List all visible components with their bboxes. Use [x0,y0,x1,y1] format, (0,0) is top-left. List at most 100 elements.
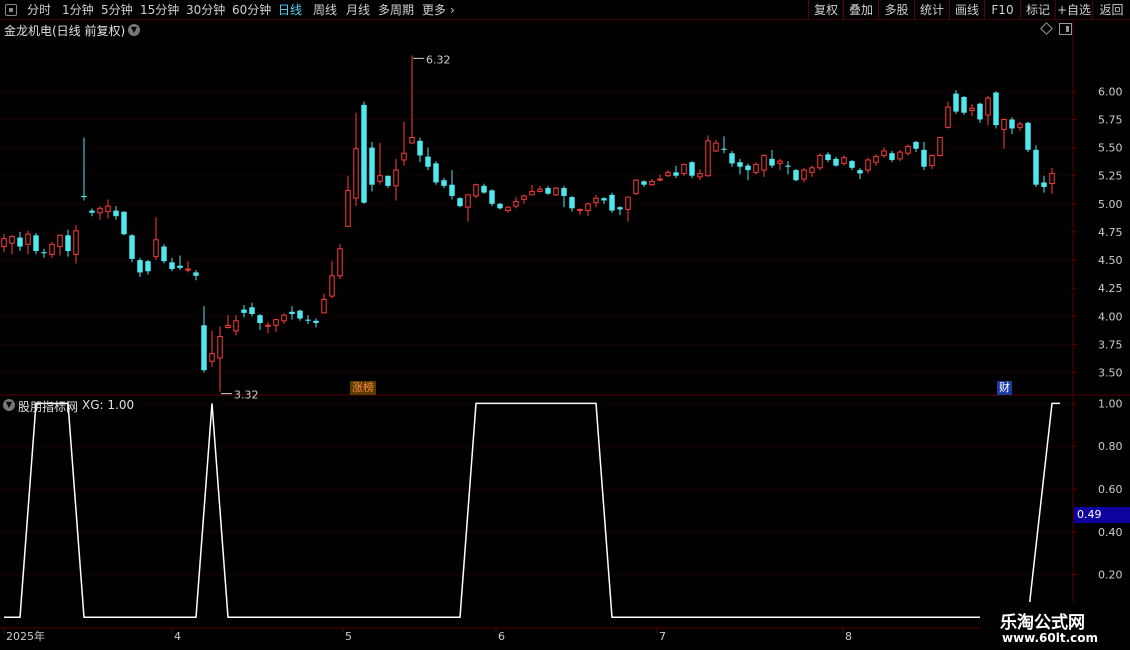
candle-body [601,198,607,201]
candle-body [321,298,327,314]
candle-body [1001,118,1007,131]
candle-body [113,210,119,217]
candle-body [865,159,871,171]
candle-body [913,141,919,149]
candle-body [57,234,63,248]
candle-body [625,196,631,210]
candle-body [545,188,551,194]
candle-body [209,352,215,362]
candle-body [969,107,975,111]
candle-body [721,148,727,150]
candle-body [961,96,967,113]
candle-body [33,235,39,252]
candle-body [1009,119,1015,129]
candle-body [665,171,671,177]
toolbar-button-6[interactable]: 标记 [1020,0,1055,20]
time-tick-label: 6 [498,630,505,643]
candle-body [673,172,679,176]
candle-body [425,156,431,167]
candle-body [713,142,719,152]
candle-body [345,189,351,227]
toolbar: 分时 1分钟 5分钟 15分钟 30分钟 60分钟 日线 周线 月线 多周期 更多 › 复权 叠加 多股 统计… [0,0,1130,20]
indicator-tick-label: 0.20 [1098,569,1123,582]
candle-body [577,208,583,211]
candle-body [409,136,415,144]
candle-body [385,175,391,186]
toolbar-button-7[interactable]: +自选 [1055,0,1092,20]
period-tab-2[interactable]: 5分钟 [101,1,133,19]
toolbar-button-0[interactable]: 复权 [808,0,843,20]
toolbar-button-8[interactable]: 返回 [1092,0,1130,20]
candle-body [433,163,439,183]
candle-body [441,180,447,186]
finance-badge[interactable]: 财 [997,381,1012,395]
candle-body [73,230,79,255]
candle-body [905,145,911,154]
candle-body [945,106,951,128]
candle-body [993,92,999,126]
candle-body [841,157,847,164]
candle-body [729,153,735,164]
price-tick-label: 4.25 [1098,282,1123,295]
watermark: 乐淘公式网 www.60lt.com [980,602,1130,650]
chevron-right-icon[interactable]: › [450,1,455,19]
candle-body [881,150,887,156]
indicator-chevron-icon[interactable]: ▼ [3,399,15,411]
period-tab-10[interactable]: 更多 [422,1,446,19]
period-tab-0[interactable]: 分时 [27,1,51,19]
price-tick-label: 4.75 [1098,226,1123,239]
candle-body [777,160,783,164]
candle-body [313,320,319,324]
candle-body [249,307,255,315]
candle-body [609,194,615,211]
candle-body [569,197,575,209]
xg-indicator-line [4,402,1060,619]
candle-body [257,315,263,324]
toolbar-button-5[interactable]: F10 [984,0,1020,20]
period-tab-6[interactable]: 日线 [278,1,302,19]
period-tab-5[interactable]: 60分钟 [232,1,271,19]
toolbar-button-2[interactable]: 多股 [878,0,914,20]
candle-body [697,172,703,178]
candle-body [801,169,807,180]
chevron-down-icon[interactable]: ▼ [128,24,140,36]
candle-body [785,165,791,167]
limit-up-badge[interactable]: 涨榜 [350,381,376,395]
candle-body [521,195,527,200]
candle-body [121,211,127,235]
period-tab-3[interactable]: 15分钟 [140,1,179,19]
window-icon[interactable] [5,4,17,16]
price-tick-label: 6.00 [1098,85,1123,98]
toolbar-button-3[interactable]: 统计 [914,0,949,20]
candle-body [305,319,311,321]
candle-body [857,170,863,174]
candle-body [889,153,895,160]
price-tick-label: 5.00 [1098,198,1123,211]
price-tick-label: 5.75 [1098,113,1123,126]
candle-body [169,262,175,270]
candle-body [489,190,495,204]
candle-body [465,194,471,208]
period-tab-4[interactable]: 30分钟 [186,1,225,19]
toolbar-button-4[interactable]: 画线 [949,0,984,20]
period-tab-1[interactable]: 1分钟 [62,1,94,19]
candle-body [457,198,463,207]
panel-toggle-icon[interactable] [1059,23,1072,35]
kline-chart[interactable]: 6.00 5.75 5.50 5.25 5.00 4.75 4.50 4.25 4.00 3.75… [0,20,1130,650]
candle-body [49,243,55,255]
candle-body [761,154,767,171]
indicator-name[interactable]: 股朋指标网 [18,398,78,415]
toolbar-button-1[interactable]: 叠加 [843,0,878,20]
candle-body [265,324,271,327]
low-price-label: 3.32 [234,389,259,402]
period-tab-9[interactable]: 多周期 [378,1,414,19]
candle-body [1033,149,1039,185]
candle-body [329,275,335,297]
candle-body [617,207,623,210]
period-tab-7[interactable]: 周线 [313,1,337,19]
candle-body [25,233,31,245]
candle-body [145,261,151,272]
candle-body [833,158,839,166]
period-tab-8[interactable]: 月线 [346,1,370,19]
candle-body [177,265,183,268]
